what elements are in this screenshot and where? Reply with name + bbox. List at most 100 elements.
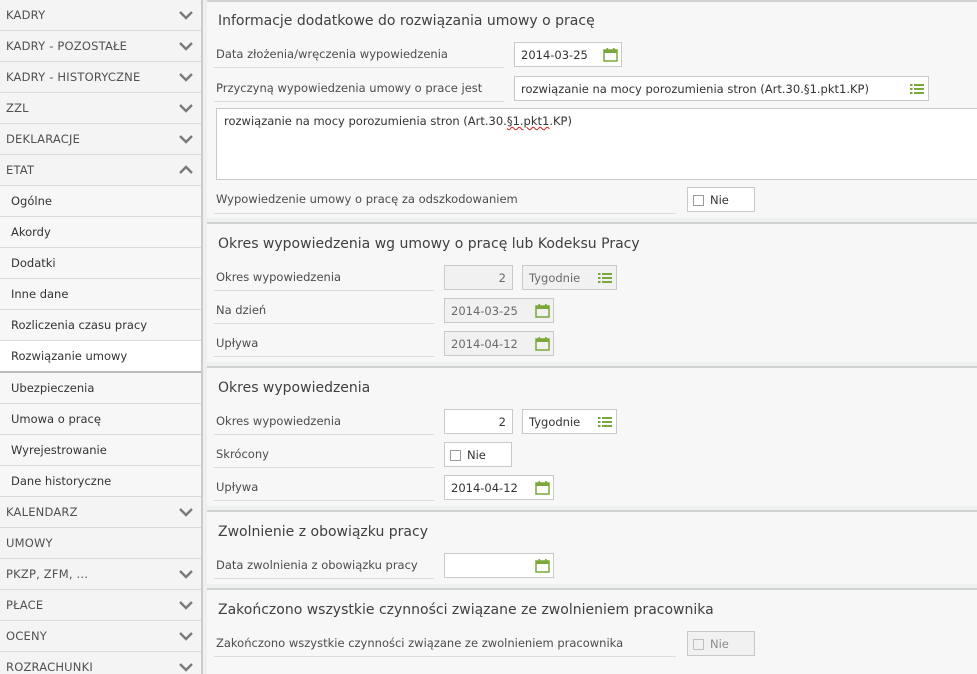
divider <box>214 467 434 468</box>
sidebar-item-label: Inne dane <box>11 287 69 301</box>
sidebar-item-label: UMOWY <box>6 536 53 550</box>
chevron-down-icon <box>179 73 193 82</box>
notice-period-label: Okres wypowiedzenia <box>216 270 342 284</box>
submission-date-value: 2014-03-25 <box>521 48 588 62</box>
sidebar-item-dodatki[interactable]: Dodatki <box>0 248 201 279</box>
chevron-down-icon <box>179 11 193 20</box>
submission-date-field[interactable]: 2014-03-25 <box>514 42 622 67</box>
sidebar-item-zzl[interactable]: ZZL <box>0 93 201 124</box>
all-done-label: Zakończono wszystkie czynności związane … <box>216 636 624 650</box>
sidebar-item-umowy[interactable]: UMOWY <box>0 528 201 559</box>
divider <box>214 67 504 68</box>
expires-label: Upływa <box>216 336 259 350</box>
sidebar-item-label: KADRY - POZOSTAŁE <box>6 39 128 53</box>
sidebar-item-ubezpieczenia[interactable]: Ubezpieczenia <box>0 373 201 404</box>
chevron-down-icon <box>179 570 193 579</box>
sidebar-item-etat[interactable]: ETAT <box>0 155 201 186</box>
sidebar-item-umowa-o-prace[interactable]: Umowa o pracę <box>0 404 201 435</box>
checkbox-icon[interactable] <box>450 450 461 461</box>
notice-period-unit: Tygodnie <box>529 415 581 429</box>
section-title: Zakończono wszystkie czynności związane … <box>218 602 714 618</box>
sidebar-item-label: KALENDARZ <box>6 505 78 519</box>
divider <box>214 500 434 501</box>
sidebar-item-dane-historyczne[interactable]: Dane historyczne <box>0 466 201 497</box>
main-content: Informacje dodatkowe do rozwiązania umow… <box>207 0 977 674</box>
divider <box>214 101 504 102</box>
notice-period-unit: Tygodnie <box>529 271 581 285</box>
sidebar-item-place[interactable]: PŁACE <box>0 590 201 621</box>
sidebar-item-oceny[interactable]: OCENY <box>0 621 201 652</box>
chevron-down-icon <box>179 135 193 144</box>
textarea-text: rozwiązanie na mocy porozumienia stron (… <box>224 114 507 128</box>
sidebar-item-kalendarz[interactable]: KALENDARZ <box>0 497 201 528</box>
sidebar-item-kadry[interactable]: KADRY <box>0 0 201 31</box>
textarea-text-misspelled: §1.pkt1 <box>506 114 550 128</box>
section-title: Informacje dodatkowe do rozwiązania umow… <box>218 13 595 29</box>
sidebar-item-label: Ogólne <box>11 194 52 208</box>
sidebar-item-label: Dane historyczne <box>11 474 112 488</box>
notice-period-unit-select[interactable]: Tygodnie <box>522 409 617 434</box>
sidebar-item-label: KADRY <box>6 8 46 22</box>
divider <box>214 356 434 357</box>
calendar-icon[interactable] <box>535 559 550 573</box>
expires-date-field[interactable]: 2014-04-12 <box>444 475 554 500</box>
sidebar-item-wyrejestrowanie[interactable]: Wyrejestrowanie <box>0 435 201 466</box>
expires-label: Upływa <box>216 480 259 494</box>
sidebar-item-ogolne[interactable]: Ogólne <box>0 186 201 217</box>
reason-select[interactable]: rozwiązanie na mocy porozumienia stron (… <box>514 76 929 101</box>
calendar-icon <box>535 304 550 318</box>
divider <box>214 434 434 435</box>
chevron-down-icon <box>179 42 193 51</box>
sidebar-item-label: OCENY <box>6 629 47 643</box>
compensation-checkbox[interactable]: Nie <box>687 187 755 212</box>
divider <box>214 656 676 657</box>
reason-textarea-value: rozwiązanie na mocy porozumienia stron (… <box>224 114 572 128</box>
sidebar-nav: KADRY KADRY - POZOSTAŁE KADRY - HISTORYC… <box>0 0 203 674</box>
chevron-up-icon <box>179 165 193 174</box>
release-date-field[interactable] <box>444 553 554 578</box>
sidebar-item-label: Umowa o pracę <box>11 412 101 426</box>
reason-value: rozwiązanie na mocy porozumienia stron (… <box>521 82 869 96</box>
sidebar-item-label: Dodatki <box>11 256 56 270</box>
as-of-date-label: Na dzień <box>216 303 267 317</box>
sidebar-item-label: KADRY - HISTORYCZNE <box>6 70 141 84</box>
checkbox-icon <box>693 639 704 650</box>
sidebar-item-kadry-pozostale[interactable]: KADRY - POZOSTAŁE <box>0 31 201 62</box>
section-all-done: Zakończono wszystkie czynności związane … <box>207 588 977 674</box>
reason-textarea[interactable]: rozwiązanie na mocy porozumienia stron (… <box>216 108 977 180</box>
all-done-checkbox: Nie <box>687 631 755 656</box>
expires-date-value: 2014-04-12 <box>451 337 518 351</box>
as-of-date-value: 2014-03-25 <box>451 304 518 318</box>
section-additional-info: Informacje dodatkowe do rozwiązania umow… <box>207 0 977 218</box>
section-release-from-work: Zwolnienie z obowiązku pracy Data zwolni… <box>207 510 977 584</box>
divider <box>214 290 434 291</box>
sidebar-item-kadry-historyczne[interactable]: KADRY - HISTORYCZNE <box>0 62 201 93</box>
notice-period-unit-select: Tygodnie <box>522 265 617 290</box>
chevron-down-icon <box>179 663 193 672</box>
compensation-value: Nie <box>710 193 729 207</box>
list-icon[interactable] <box>910 83 924 95</box>
sidebar-item-label: Rozliczenia czasu pracy <box>11 318 148 332</box>
sidebar-item-inne-dane[interactable]: Inne dane <box>0 279 201 310</box>
textarea-text: .KP) <box>549 114 572 128</box>
divider <box>214 323 434 324</box>
sidebar-item-rozrachunki[interactable]: ROZRACHUNKI <box>0 652 201 674</box>
sidebar-item-rozliczenia-czasu-pracy[interactable]: Rozliczenia czasu pracy <box>0 310 201 341</box>
compensation-label: Wypowiedzenie umowy o pracę za odszkodow… <box>216 192 518 206</box>
sidebar-item-akordy[interactable]: Akordy <box>0 217 201 248</box>
checkbox-icon[interactable] <box>693 195 704 206</box>
shortened-checkbox[interactable]: Nie <box>444 442 512 467</box>
sidebar-item-deklaracje[interactable]: DEKLARACJE <box>0 124 201 155</box>
notice-period-label: Okres wypowiedzenia <box>216 414 342 428</box>
calendar-icon[interactable] <box>535 481 550 495</box>
notice-period-value-field[interactable]: 2 <box>444 409 513 434</box>
chevron-down-icon <box>179 601 193 610</box>
notice-period-value: 2 <box>498 415 506 429</box>
calendar-icon[interactable] <box>603 48 618 62</box>
sidebar-item-pkzp[interactable]: PKZP, ZFM, ... <box>0 559 201 590</box>
notice-period-value: 2 <box>498 271 506 285</box>
list-icon[interactable] <box>598 416 612 428</box>
sidebar-item-rozwiazanie-umowy[interactable]: Rozwiązanie umowy <box>0 341 201 373</box>
section-notice-period: Okres wypowiedzenia Okres wypowiedzenia … <box>207 366 977 506</box>
as-of-date-field: 2014-03-25 <box>444 298 554 323</box>
